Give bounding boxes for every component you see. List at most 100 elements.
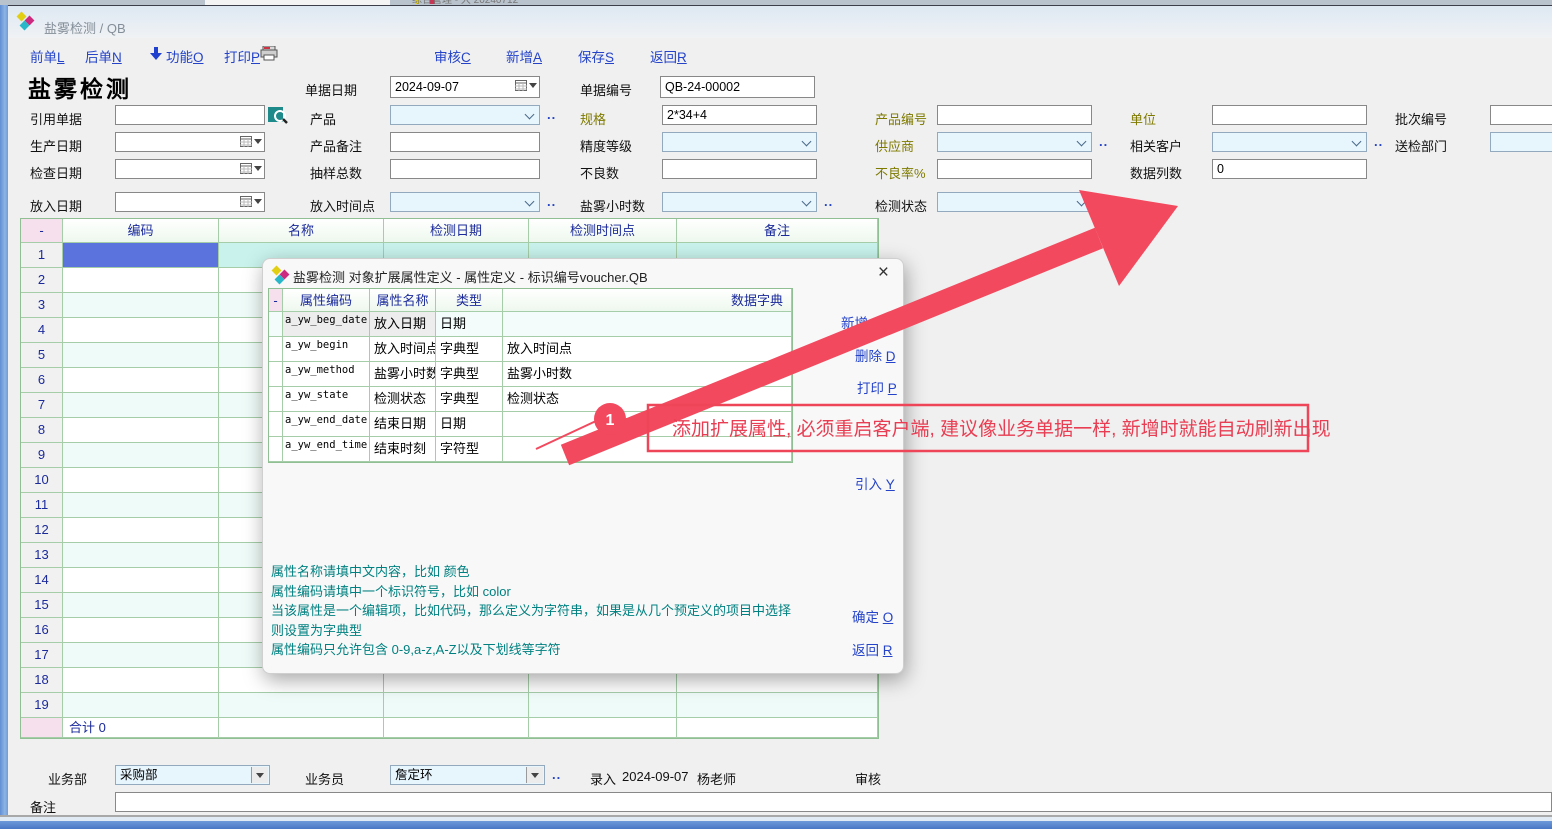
row-number-cell[interactable]: 9 xyxy=(21,443,63,468)
dialog-button-R[interactable]: 返回 R xyxy=(852,639,893,659)
row-number-cell[interactable]: 17 xyxy=(21,643,63,668)
combo-供应商[interactable] xyxy=(937,132,1092,152)
attribute-cell[interactable]: 结束时刻 xyxy=(370,437,436,462)
combo-精度等级[interactable] xyxy=(662,132,817,152)
grid-cell[interactable] xyxy=(63,518,219,543)
attribute-cell[interactable]: 盐雾小时数 xyxy=(503,362,792,387)
attribute-code-cell[interactable]: a_yw_begin xyxy=(283,337,370,362)
datepicker-放入日期[interactable] xyxy=(115,192,265,212)
row-number-cell[interactable]: 4 xyxy=(21,318,63,343)
attribute-code-cell[interactable]: a_yw_end_time xyxy=(283,437,370,462)
input-抽样总数[interactable] xyxy=(390,159,540,179)
ellipsis-editor-link[interactable]: .. xyxy=(552,767,561,782)
attribute-cell[interactable]: 盐雾小时数 xyxy=(370,362,436,387)
row-number-cell[interactable]: 5 xyxy=(21,343,63,368)
toolbar-button-S[interactable]: 保存S xyxy=(578,46,614,66)
combo-业务部[interactable]: 采购部 xyxy=(115,765,270,785)
close-icon[interactable]: × xyxy=(878,262,889,284)
grid-cell[interactable] xyxy=(63,318,219,343)
search-icon[interactable] xyxy=(268,105,288,130)
ellipsis-editor-link[interactable]: .. xyxy=(547,194,556,209)
attribute-cell[interactable] xyxy=(269,362,283,387)
grid-cell[interactable] xyxy=(677,693,878,718)
attribute-code-cell[interactable]: a_yw_method xyxy=(283,362,370,387)
attribute-cell[interactable]: 日期 xyxy=(436,412,503,437)
toolbar-button-C[interactable]: 审核C xyxy=(434,46,471,66)
grid-cell[interactable] xyxy=(63,368,219,393)
attribute-cell[interactable] xyxy=(503,312,792,337)
grid-cell[interactable] xyxy=(63,268,219,293)
row-number-cell[interactable]: 12 xyxy=(21,518,63,543)
combo-业务员[interactable]: 詹定环 xyxy=(390,765,545,785)
dialog-button-O[interactable]: 确定 O xyxy=(852,606,893,626)
grid-cell[interactable] xyxy=(63,643,219,668)
grid-cell[interactable] xyxy=(384,693,529,718)
grid-cell[interactable] xyxy=(63,393,219,418)
printer-icon[interactable] xyxy=(260,46,278,66)
row-number-cell[interactable]: 11 xyxy=(21,493,63,518)
attribute-cell[interactable] xyxy=(503,412,792,437)
grid-cell[interactable] xyxy=(63,693,219,718)
grid-cell[interactable] xyxy=(63,293,219,318)
grid-cell[interactable] xyxy=(63,343,219,368)
input-产品备注[interactable] xyxy=(390,132,540,152)
input-数据列数[interactable]: 0 xyxy=(1212,159,1367,179)
dialog-button-D[interactable]: 删除 D xyxy=(855,345,896,365)
grid-cell[interactable] xyxy=(63,468,219,493)
attribute-cell[interactable]: 检测状态 xyxy=(370,387,436,412)
row-number-cell[interactable]: 10 xyxy=(21,468,63,493)
grid-cell[interactable] xyxy=(63,243,219,268)
input-单据编号[interactable]: QB-24-00002 xyxy=(660,76,815,98)
grid-cell[interactable] xyxy=(63,618,219,643)
attribute-code-cell[interactable]: a_yw_state xyxy=(283,387,370,412)
row-number-cell[interactable]: 1 xyxy=(21,243,63,268)
attribute-cell[interactable]: 放入时间点 xyxy=(370,337,436,362)
ellipsis-editor-link[interactable]: .. xyxy=(547,107,556,122)
grid-cell[interactable] xyxy=(219,693,384,718)
grid-cell[interactable] xyxy=(63,418,219,443)
row-number-cell[interactable]: 2 xyxy=(21,268,63,293)
attribute-cell[interactable]: 字典型 xyxy=(436,337,503,362)
attribute-cell[interactable]: 字符型 xyxy=(436,437,503,462)
row-number-cell[interactable]: 18 xyxy=(21,668,63,693)
toolbar-button-P[interactable]: 打印P xyxy=(224,46,260,66)
row-number-cell[interactable]: 7 xyxy=(21,393,63,418)
attribute-cell[interactable]: 结束日期 xyxy=(370,412,436,437)
ellipsis-editor-link[interactable]: .. xyxy=(1374,134,1383,149)
attribute-cell[interactable]: 放入日期 xyxy=(370,312,436,337)
attribute-cell[interactable] xyxy=(269,412,283,437)
grid-cell[interactable] xyxy=(529,693,677,718)
datepicker-单据日期[interactable]: 2024-09-07 xyxy=(390,76,540,98)
datepicker-检查日期[interactable] xyxy=(115,159,265,179)
attribute-cell[interactable] xyxy=(269,387,283,412)
row-number-cell[interactable]: 6 xyxy=(21,368,63,393)
grid-cell[interactable] xyxy=(63,443,219,468)
attribute-code-cell[interactable]: a_yw_end_date xyxy=(283,412,370,437)
datepicker-生产日期[interactable] xyxy=(115,132,265,152)
grid-cell[interactable] xyxy=(63,593,219,618)
grid-cell[interactable] xyxy=(63,568,219,593)
combo-放入时间点[interactable] xyxy=(390,192,540,212)
row-number-cell[interactable]: 8 xyxy=(21,418,63,443)
row-number-cell[interactable]: 14 xyxy=(21,568,63,593)
input-产品编号[interactable] xyxy=(937,105,1092,125)
ellipsis-editor-link[interactable]: .. xyxy=(1099,194,1108,209)
dialog-button-Y[interactable]: 引入 Y xyxy=(855,473,895,493)
combo-送检部门[interactable] xyxy=(1490,132,1552,152)
attribute-cell[interactable] xyxy=(503,437,792,462)
grid-cell[interactable] xyxy=(63,493,219,518)
attribute-cell[interactable]: 放入时间点 xyxy=(503,337,792,362)
toolbar-button-L[interactable]: 前单L xyxy=(30,46,65,66)
row-number-cell[interactable]: 15 xyxy=(21,593,63,618)
grid-cell[interactable] xyxy=(63,543,219,568)
row-number-cell[interactable]: 19 xyxy=(21,693,63,718)
input-引用单据[interactable] xyxy=(115,105,265,125)
attribute-cell[interactable] xyxy=(269,437,283,462)
row-number-cell[interactable]: 16 xyxy=(21,618,63,643)
ellipsis-editor-link[interactable]: .. xyxy=(1099,134,1108,149)
dropdown-button[interactable] xyxy=(251,767,268,783)
combo-盐雾小时数[interactable] xyxy=(662,192,817,212)
combo-产品[interactable] xyxy=(390,105,540,125)
toolbar-button-N[interactable]: 后单N xyxy=(85,46,122,66)
dialog-button-A[interactable]: 新增 A xyxy=(841,312,881,332)
